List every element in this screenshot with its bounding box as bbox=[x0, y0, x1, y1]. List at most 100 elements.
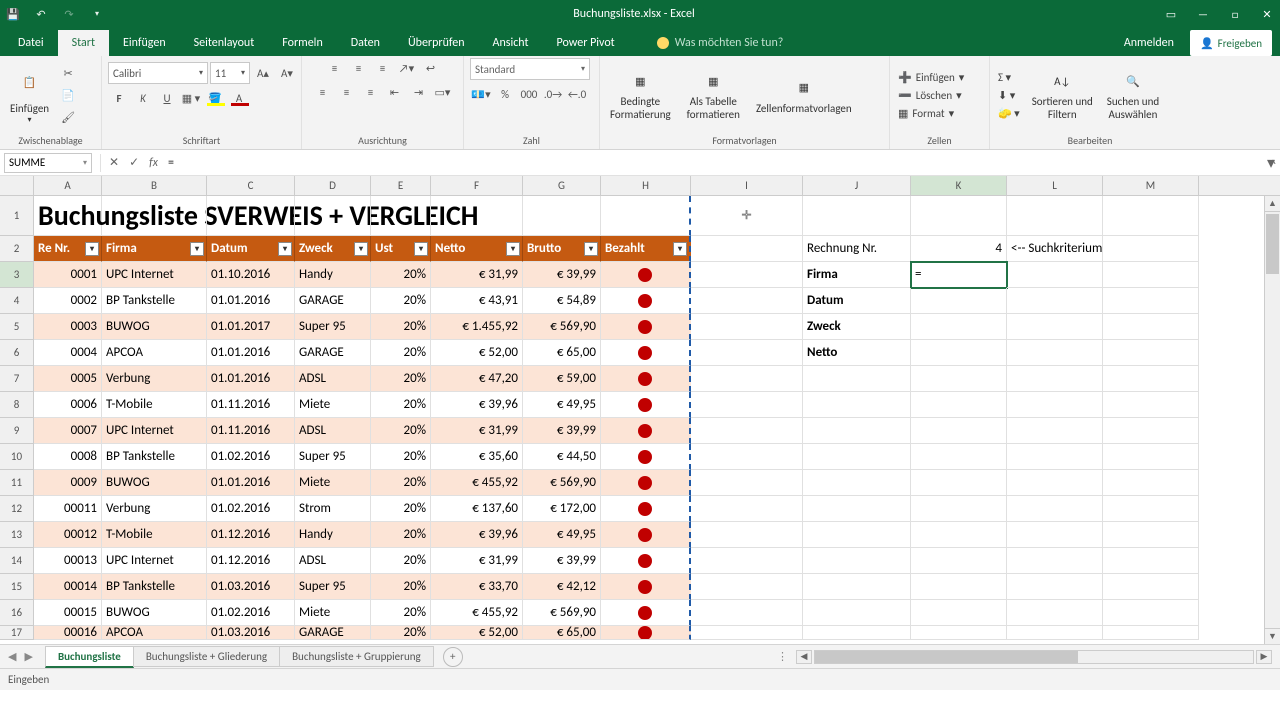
align-mid-icon[interactable]: ≡ bbox=[348, 58, 370, 78]
cell[interactable]: 20% bbox=[371, 574, 431, 600]
cell[interactable]: 20% bbox=[371, 366, 431, 392]
dec-dec-icon[interactable]: ←.0 bbox=[566, 84, 588, 104]
cell[interactable]: 20% bbox=[371, 418, 431, 444]
row-header[interactable]: 5 bbox=[0, 314, 34, 340]
accounting-icon[interactable]: 💶▾ bbox=[470, 84, 492, 104]
tab-view[interactable]: Ansicht bbox=[479, 30, 543, 56]
minimize-icon[interactable]: — bbox=[1196, 8, 1210, 21]
tab-start[interactable]: Start bbox=[58, 30, 109, 56]
cell[interactable]: € 31,99 bbox=[431, 548, 523, 574]
indent-inc-icon[interactable]: ⇥ bbox=[408, 82, 430, 102]
cell[interactable]: 01.01.2016 bbox=[207, 288, 295, 314]
format-cells-button[interactable]: ▦Format ▾ bbox=[896, 106, 966, 121]
cell[interactable]: 00014 bbox=[34, 574, 102, 600]
cell[interactable] bbox=[601, 496, 691, 522]
row-header[interactable]: 9 bbox=[0, 418, 34, 444]
cell[interactable]: Rechnung Nr. bbox=[803, 236, 911, 262]
cell[interactable]: UPC Internet bbox=[102, 418, 207, 444]
cell[interactable]: Super 95 bbox=[295, 444, 371, 470]
cell[interactable]: € 33,70 bbox=[431, 574, 523, 600]
cell[interactable]: € 569,90 bbox=[523, 600, 601, 626]
table-header[interactable]: Zweck▾ bbox=[295, 236, 371, 262]
active-cell[interactable]: = bbox=[911, 262, 1007, 288]
sort-filter-button[interactable]: A↓Sortieren und Filtern bbox=[1028, 67, 1097, 123]
sheet-tab[interactable]: Buchungsliste + Gliederung bbox=[133, 646, 280, 667]
cell[interactable]: 20% bbox=[371, 626, 431, 640]
cell[interactable]: € 39,99 bbox=[523, 262, 601, 288]
cell[interactable]: 01.01.2017 bbox=[207, 314, 295, 340]
row-header[interactable]: 8 bbox=[0, 392, 34, 418]
table-header[interactable]: Firma▾ bbox=[102, 236, 207, 262]
collapse-ribbon-icon[interactable]: ^ bbox=[1270, 158, 1276, 172]
row-header[interactable]: 2 bbox=[0, 236, 34, 262]
clear-button[interactable]: 🧽 ▾ bbox=[996, 106, 1022, 121]
close-icon[interactable]: ✕ bbox=[1260, 8, 1274, 21]
filter-icon[interactable]: ▾ bbox=[673, 242, 687, 256]
filter-icon[interactable]: ▾ bbox=[85, 242, 99, 256]
col-header[interactable]: G bbox=[523, 176, 601, 195]
cell[interactable] bbox=[601, 548, 691, 574]
cell[interactable]: 01.10.2016 bbox=[207, 262, 295, 288]
cell[interactable]: Verbung bbox=[102, 496, 207, 522]
cell[interactable] bbox=[911, 288, 1007, 314]
cell[interactable]: € 172,00 bbox=[523, 496, 601, 522]
col-header[interactable]: I bbox=[691, 176, 803, 195]
cell[interactable]: 01.02.2016 bbox=[207, 444, 295, 470]
cell[interactable]: 4 bbox=[911, 236, 1007, 262]
insert-cells-button[interactable]: ➕Einfügen ▾ bbox=[896, 70, 966, 85]
tab-pagelayout[interactable]: Seitenlayout bbox=[180, 30, 269, 56]
cell[interactable]: 00013 bbox=[34, 548, 102, 574]
cell[interactable]: € 65,00 bbox=[523, 340, 601, 366]
cell[interactable]: 20% bbox=[371, 314, 431, 340]
font-name-select[interactable]: Calibri▾ bbox=[108, 62, 208, 84]
cell[interactable]: 20% bbox=[371, 444, 431, 470]
cell[interactable]: € 137,60 bbox=[431, 496, 523, 522]
col-header[interactable]: D bbox=[295, 176, 371, 195]
cell[interactable]: UPC Internet bbox=[102, 548, 207, 574]
cell[interactable]: € 1.455,92 bbox=[431, 314, 523, 340]
cell[interactable] bbox=[601, 288, 691, 314]
conditional-formatting-button[interactable]: ▦Bedingte Formatierung bbox=[606, 67, 675, 123]
cell[interactable] bbox=[601, 444, 691, 470]
tab-powerpivot[interactable]: Power Pivot bbox=[543, 30, 629, 56]
cell[interactable]: GARAGE bbox=[295, 288, 371, 314]
indent-dec-icon[interactable]: ⇤ bbox=[384, 82, 406, 102]
cell[interactable]: 0006 bbox=[34, 392, 102, 418]
cancel-formula-icon[interactable]: ✕ bbox=[109, 155, 119, 170]
cell[interactable]: 00011 bbox=[34, 496, 102, 522]
cell[interactable]: € 49,95 bbox=[523, 522, 601, 548]
filter-icon[interactable]: ▾ bbox=[278, 242, 292, 256]
number-format-select[interactable]: Standard▾ bbox=[470, 58, 590, 80]
cell[interactable] bbox=[601, 366, 691, 392]
row-header[interactable]: 17 bbox=[0, 626, 34, 640]
cell[interactable]: Datum bbox=[803, 288, 911, 314]
fill-button[interactable]: ⬇ ▾ bbox=[996, 88, 1022, 103]
cell[interactable]: € 569,90 bbox=[523, 470, 601, 496]
cell[interactable]: 0001 bbox=[34, 262, 102, 288]
cell[interactable]: Strom bbox=[295, 496, 371, 522]
cell[interactable]: Firma bbox=[803, 262, 911, 288]
filter-icon[interactable]: ▾ bbox=[414, 242, 428, 256]
row-header[interactable]: 16 bbox=[0, 600, 34, 626]
cell[interactable]: € 52,00 bbox=[431, 626, 523, 640]
cut-icon[interactable]: ✂ bbox=[57, 63, 79, 83]
tab-formulas[interactable]: Formeln bbox=[268, 30, 336, 56]
col-header[interactable]: K bbox=[911, 176, 1007, 195]
row-header[interactable]: 6 bbox=[0, 340, 34, 366]
table-header[interactable]: Datum▾ bbox=[207, 236, 295, 262]
wrap-text-icon[interactable]: ↩ bbox=[420, 58, 442, 78]
cell[interactable]: 0002 bbox=[34, 288, 102, 314]
cell[interactable]: ADSL bbox=[295, 418, 371, 444]
italic-button[interactable]: K bbox=[132, 88, 154, 108]
row-header[interactable]: 13 bbox=[0, 522, 34, 548]
hscroll-thumb[interactable] bbox=[815, 651, 1078, 663]
col-header[interactable]: H bbox=[601, 176, 691, 195]
cell[interactable]: Super 95 bbox=[295, 574, 371, 600]
cell[interactable]: € 39,96 bbox=[431, 392, 523, 418]
cell[interactable]: 20% bbox=[371, 470, 431, 496]
cell[interactable]: € 35,60 bbox=[431, 444, 523, 470]
delete-cells-button[interactable]: ➖Löschen ▾ bbox=[896, 88, 966, 103]
table-header[interactable]: Ust▾ bbox=[371, 236, 431, 262]
fill-color-button[interactable]: 🪣 bbox=[204, 88, 226, 108]
cell[interactable]: BP Tankstelle bbox=[102, 574, 207, 600]
